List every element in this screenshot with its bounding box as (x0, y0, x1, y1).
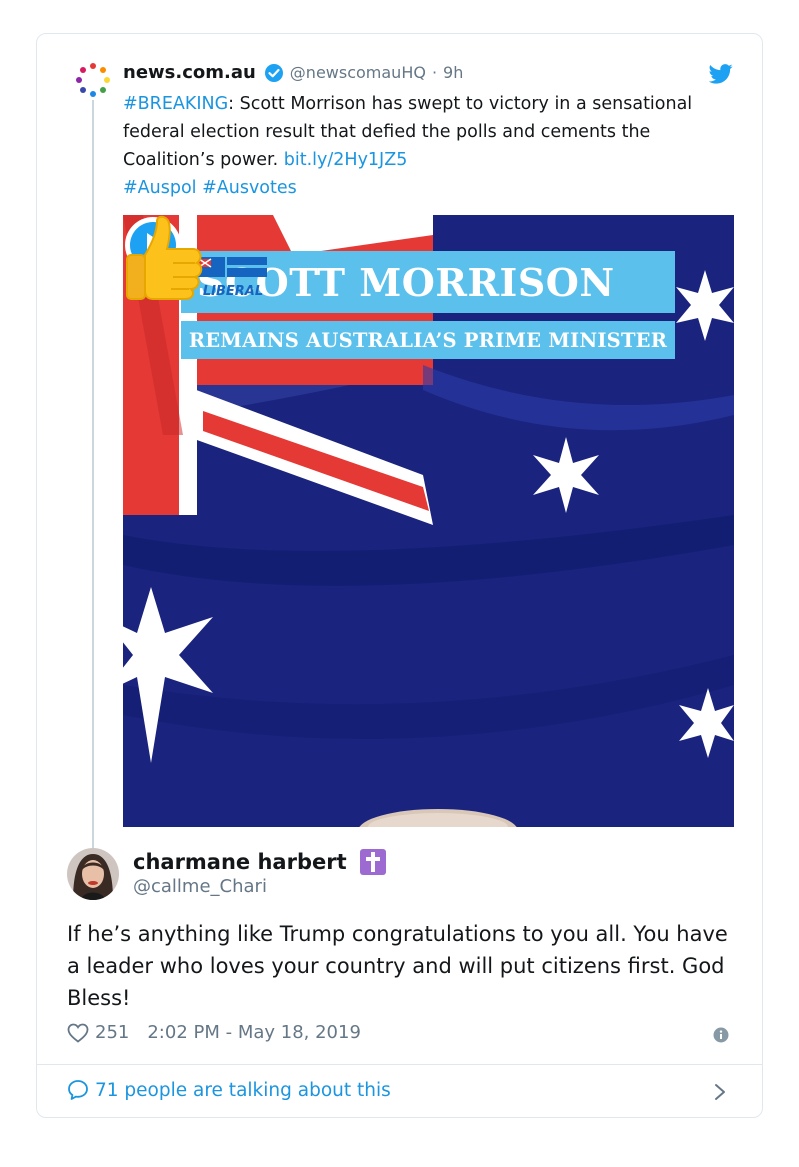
quoted-handle[interactable]: @newscomauHQ (290, 63, 426, 82)
banner-subtitle: REMAINS AUSTRALIA’S PRIME MINISTER (181, 321, 675, 359)
user-handle[interactable]: @callme_Chari (133, 876, 267, 897)
hashtag-auspol-link[interactable]: #Auspol (123, 178, 197, 198)
thumbs-up-emoji-icon (126, 215, 203, 300)
conversation-link[interactable]: 71 people are talking about this (67, 1079, 391, 1101)
news-logo-icon[interactable] (73, 60, 113, 100)
embedded-tweet-card: news.com.au @newscomauHQ · 9h #BREAKING:… (36, 33, 763, 1118)
display-name[interactable]: charmane harbert (133, 850, 347, 874)
tweet-text: If he’s anything like Trump congratulati… (67, 922, 728, 1010)
heart-icon[interactable] (67, 1023, 89, 1043)
video-thumbnail[interactable]: LIBERAL SCOTT MORRISON REMAINS AUSTRALIA… (123, 215, 734, 827)
tweet-timestamp[interactable]: 2:02 PM - May 18, 2019 (147, 1022, 361, 1043)
twitter-bird-icon[interactable] (709, 64, 733, 84)
verified-badge-icon (264, 63, 283, 82)
avatar[interactable] (67, 848, 119, 900)
liberal-party-logo: LIBERAL (197, 257, 267, 299)
quoted-time[interactable]: 9h (443, 63, 463, 82)
thread-line (92, 100, 94, 880)
quoted-tweet-header: news.com.au @newscomauHQ · 9h (123, 62, 463, 83)
headline-banner: LIBERAL SCOTT MORRISON (181, 251, 675, 313)
hashtag-breaking-link[interactable]: #BREAKING (123, 94, 228, 114)
speech-bubble-icon (68, 1080, 88, 1100)
short-url-link[interactable]: bit.ly/2Hy1JZ5 (284, 150, 408, 170)
quoted-separator: · (431, 63, 438, 82)
tweet-meta: 251 2:02 PM - May 18, 2019 (67, 1022, 361, 1043)
latin-cross-icon (359, 849, 386, 875)
info-icon[interactable] (713, 1027, 729, 1043)
liberal-logo-text: LIBERAL (203, 284, 263, 299)
like-count[interactable]: 251 (95, 1022, 129, 1043)
avatar-image (67, 848, 119, 900)
chevron-right-icon[interactable] (713, 1082, 727, 1102)
quoted-tweet-text: #BREAKING: Scott Morrison has swept to v… (123, 90, 723, 202)
conversation-text: 71 people are talking about this (95, 1079, 391, 1101)
hashtag-ausvotes-link[interactable]: #Ausvotes (202, 178, 297, 198)
tweet-author-row: charmane harbert (133, 848, 387, 876)
footer-divider (37, 1064, 762, 1065)
quoted-display-name[interactable]: news.com.au (123, 62, 256, 83)
